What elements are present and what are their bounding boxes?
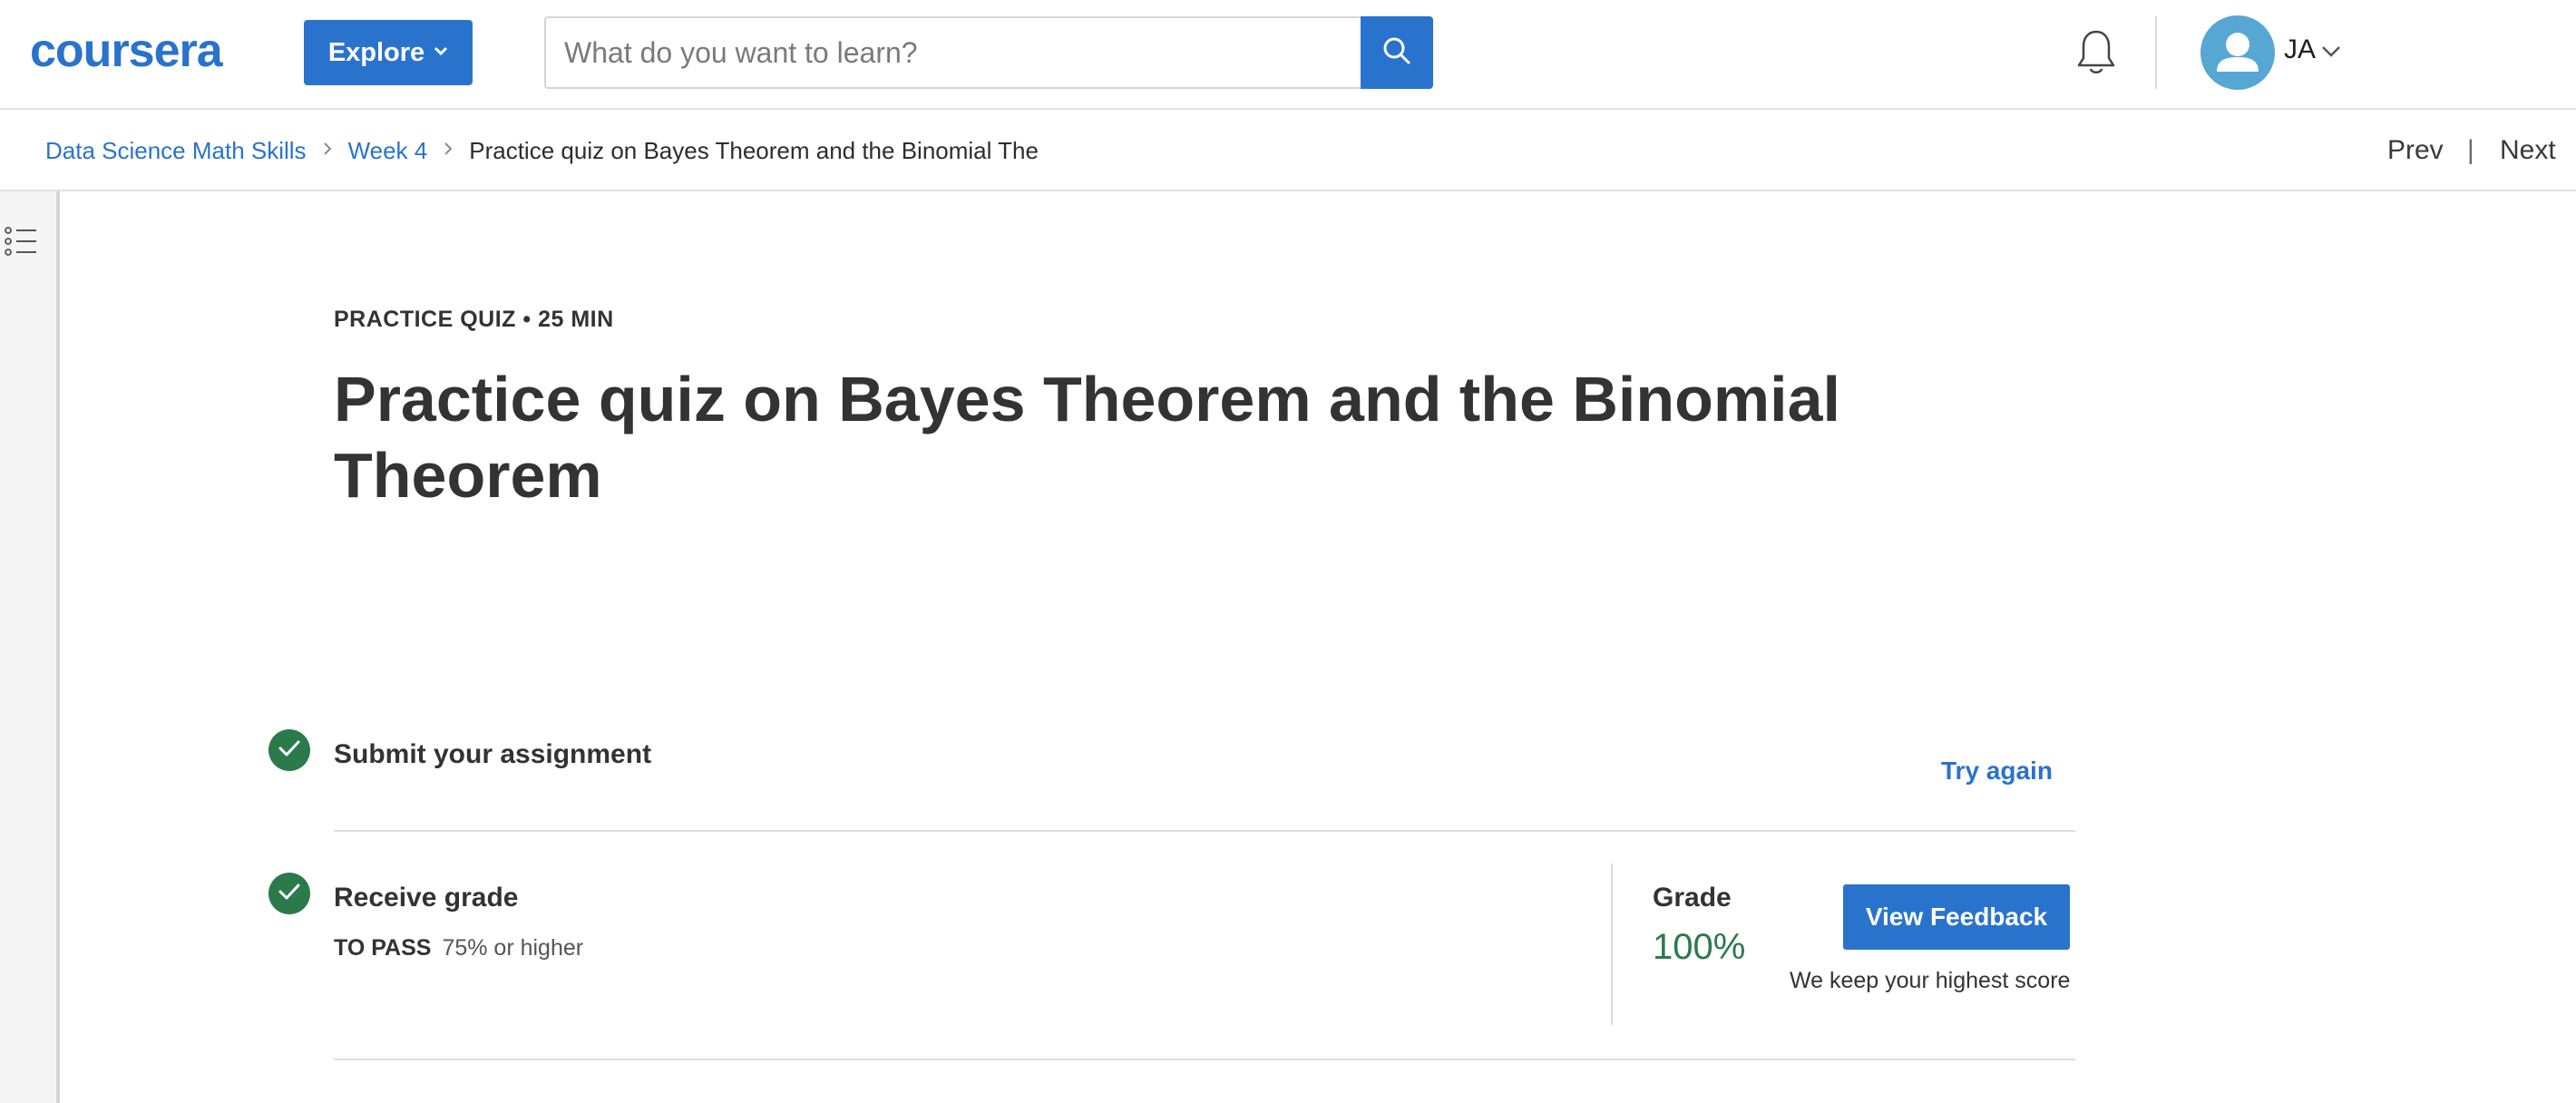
chevron-down-icon[interactable] xyxy=(2319,40,2343,63)
chevron-right-icon xyxy=(442,139,454,162)
check-icon xyxy=(278,738,301,763)
pass-requirement: TO PASS 75% or higher xyxy=(334,935,583,961)
breadcrumb: Data Science Math Skills Week 4 Practice… xyxy=(45,110,1039,191)
user-initials[interactable]: JA xyxy=(2284,34,2316,65)
next-link[interactable]: Next xyxy=(2500,135,2556,166)
top-header: coursera Explore What do you want to lea… xyxy=(0,0,2576,110)
grade-divider xyxy=(1611,864,1613,1025)
view-feedback-button[interactable]: View Feedback xyxy=(1843,884,2070,950)
explore-label: Explore xyxy=(327,37,425,67)
notifications-button[interactable] xyxy=(2073,29,2120,80)
search-icon xyxy=(1381,34,1413,72)
page-title: Practice quiz on Bayes Theorem and the B… xyxy=(334,364,1840,511)
submit-step-check xyxy=(268,729,310,771)
chevron-right-icon xyxy=(321,139,334,162)
check-icon xyxy=(278,882,301,906)
grade-label: Grade xyxy=(1653,883,1732,913)
outline-rail xyxy=(0,191,60,1103)
search-input[interactable] xyxy=(544,16,1361,89)
coursera-logo[interactable]: coursera xyxy=(30,24,223,78)
nav-separator: | xyxy=(2467,135,2474,165)
chevron-down-icon xyxy=(434,41,448,62)
grade-step-label: Receive grade xyxy=(334,883,519,913)
search-bar xyxy=(544,16,1433,89)
breadcrumb-bar: Data Science Math Skills Week 4 Practice… xyxy=(0,110,2576,191)
to-pass-label: TO PASS xyxy=(334,935,432,961)
breadcrumb-week[interactable]: Week 4 xyxy=(348,137,428,165)
bell-icon xyxy=(2074,28,2118,82)
to-pass-value: 75% or higher xyxy=(442,935,584,961)
breadcrumb-course[interactable]: Data Science Math Skills xyxy=(45,137,307,165)
grade-value: 100% xyxy=(1653,927,1746,967)
user-avatar-icon xyxy=(2200,33,2275,90)
search-button[interactable] xyxy=(1361,16,1433,89)
explore-button[interactable]: Explore xyxy=(304,20,473,85)
grade-step-check xyxy=(268,873,310,914)
section-divider xyxy=(334,1059,2075,1060)
user-avatar[interactable] xyxy=(2200,15,2275,90)
highest-score-note: We keep your highest score xyxy=(1790,968,2071,993)
breadcrumb-current: Practice quiz on Bayes Theorem and the B… xyxy=(469,136,1039,164)
section-divider xyxy=(334,830,2075,832)
outline-toggle-button[interactable] xyxy=(4,225,40,258)
submit-step-label: Submit your assignment xyxy=(334,739,652,769)
header-divider xyxy=(2155,16,2157,89)
outline-list-icon xyxy=(4,227,40,261)
quiz-meta: PRACTICE QUIZ • 25 MIN xyxy=(334,307,614,332)
try-again-button[interactable]: Try again xyxy=(1941,756,2053,786)
prev-link[interactable]: Prev xyxy=(2387,135,2444,166)
